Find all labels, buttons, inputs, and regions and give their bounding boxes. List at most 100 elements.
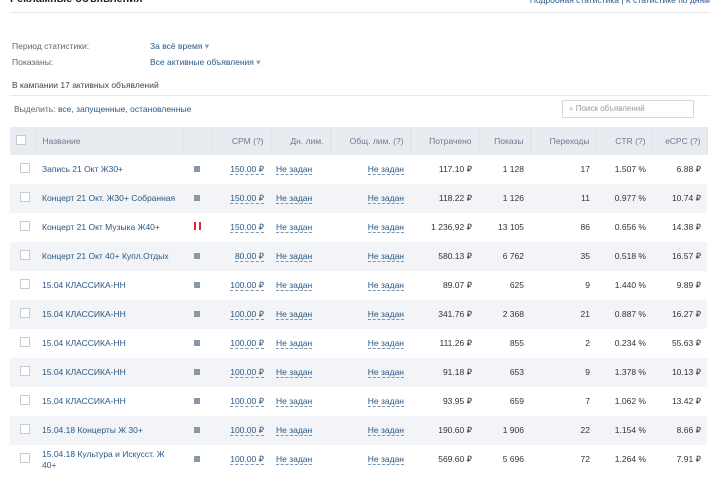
spent-value: 580.13 ₽ — [410, 242, 478, 271]
stop-icon[interactable] — [194, 253, 200, 259]
day-limit-value[interactable]: Не задан — [276, 251, 313, 262]
col-clicks[interactable]: Переходы — [530, 127, 597, 155]
day-limit-value[interactable]: Не задан — [276, 309, 313, 320]
table-row: 15.04 КЛАССИКА-НН 100.00 ₽ Не задан Не з… — [10, 387, 707, 416]
stop-icon[interactable] — [194, 195, 200, 201]
total-limit-value[interactable]: Не задан — [367, 338, 404, 349]
cpm-value[interactable]: 100.00 ₽ — [230, 280, 264, 291]
cpm-value[interactable]: 80.00 ₽ — [234, 251, 264, 262]
ad-name[interactable]: Концерт 21 Окт. Ж30+ Собранная — [36, 184, 182, 213]
total-limit-value[interactable]: Не задан — [367, 454, 404, 465]
row-checkbox[interactable] — [20, 221, 30, 231]
ad-name[interactable]: Концерт 21 Окт 40+ Купл.Отдых — [36, 242, 182, 271]
col-day-limit[interactable]: Дн. лим. — [270, 127, 331, 155]
stop-icon[interactable] — [194, 369, 200, 375]
stop-icon[interactable] — [194, 340, 200, 346]
row-checkbox[interactable] — [20, 279, 30, 289]
day-limit-value[interactable]: Не задан — [276, 338, 313, 349]
ad-name[interactable]: Запись 21 Окт Ж30+ — [36, 155, 182, 184]
stop-icon[interactable] — [194, 166, 200, 172]
total-limit-value[interactable]: Не задан — [367, 222, 404, 233]
shows-value: 1 126 — [478, 184, 530, 213]
day-limit-value[interactable]: Не задан — [276, 396, 313, 407]
cpm-value[interactable]: 150.00 ₽ — [230, 164, 264, 175]
stats-links[interactable]: Подробная статистика | К статистике по д… — [530, 0, 710, 12]
row-checkbox[interactable] — [20, 366, 30, 376]
ad-name[interactable]: 15.04 КЛАССИКА-НН — [36, 300, 182, 329]
clicks-value: 35 — [530, 242, 596, 271]
shows-value: 13 105 — [498, 222, 524, 232]
cpm-value[interactable]: 100.00 ₽ — [230, 309, 264, 320]
row-checkbox[interactable] — [20, 308, 30, 318]
day-limit-value[interactable]: Не задан — [276, 454, 313, 465]
col-spent[interactable]: Потрачено — [410, 127, 479, 155]
spent-value: 118.22 ₽ — [410, 184, 478, 213]
ctr-value: 1.264 % — [614, 454, 646, 464]
total-limit-value[interactable]: Не задан — [367, 367, 404, 378]
total-limit-value[interactable]: Не задан — [367, 309, 404, 320]
stop-icon[interactable] — [194, 282, 200, 288]
day-limit-value[interactable]: Не задан — [276, 164, 313, 175]
row-checkbox[interactable] — [20, 395, 30, 405]
col-name[interactable]: Название — [36, 127, 183, 155]
stop-icon[interactable] — [194, 456, 200, 462]
day-limit-value[interactable]: Не задан — [276, 280, 313, 291]
ad-name[interactable]: 15.04 КЛАССИКА-НН — [36, 329, 182, 358]
table-header: Название CPM (?) Дн. лим. Общ. лим. (?) … — [10, 127, 708, 155]
col-ecpc[interactable]: eCPC (?) — [652, 127, 708, 155]
row-checkbox[interactable] — [20, 163, 30, 173]
day-limit-value[interactable]: Не задан — [276, 222, 313, 233]
stop-icon[interactable] — [194, 311, 200, 317]
shows-value: 2 368 — [478, 300, 530, 329]
row-checkbox[interactable] — [20, 337, 30, 347]
cpm-value[interactable]: 100.00 ₽ — [230, 367, 264, 378]
total-limit-value[interactable]: Не задан — [367, 425, 404, 436]
table-row: 15.04.18 Концерты Ж 30+ 100.00 ₽ Не зада… — [10, 416, 707, 445]
ad-name[interactable]: 15.04 КЛАССИКА-НН — [36, 358, 182, 387]
row-checkbox[interactable] — [20, 453, 30, 463]
cpm-value[interactable]: 100.00 ₽ — [230, 454, 264, 465]
spent-value: 91.18 ₽ — [410, 358, 478, 387]
stop-icon[interactable] — [194, 427, 200, 433]
ecpc-value: 10.74 ₽ — [652, 184, 707, 213]
clicks-value: 22 — [530, 416, 596, 445]
cpm-value[interactable]: 100.00 ₽ — [230, 338, 264, 349]
select-options[interactable]: все, запущенные, остановленные — [58, 104, 191, 114]
table-row: Концерт 21 Окт Музыка Ж40+ 150.00 ₽ Не з… — [10, 213, 707, 242]
period-dropdown[interactable]: За всё время — [150, 41, 209, 52]
cpm-value[interactable]: 150.00 ₽ — [230, 193, 264, 204]
ad-name[interactable]: 15.04 КЛАССИКА-НН — [36, 271, 182, 300]
pause-icon[interactable] — [193, 222, 201, 230]
col-cpm[interactable]: CPM (?) — [212, 127, 271, 155]
row-checkbox[interactable] — [20, 250, 30, 260]
ad-name[interactable]: Концерт 21 Окт Музыка Ж40+ — [36, 213, 182, 242]
shown-dropdown[interactable]: Все активные объявления — [150, 57, 261, 68]
col-shows[interactable]: Показы — [478, 127, 531, 155]
total-limit-value[interactable]: Не задан — [367, 164, 404, 175]
ad-name[interactable]: 15.04 КЛАССИКА-НН — [36, 387, 182, 416]
ctr-value: 0.887 % — [596, 300, 652, 329]
total-limit-value[interactable]: Не задан — [367, 193, 404, 204]
search-input[interactable]: ⌕ Поиск объявлений — [562, 100, 694, 118]
ad-name[interactable]: 15.04.18 Культура и Искусст. Ж 40+ — [36, 445, 182, 474]
cpm-value[interactable]: 100.00 ₽ — [230, 396, 264, 407]
ctr-value: 1.440 % — [614, 280, 646, 290]
select-label: Выделить: — [14, 104, 56, 114]
day-limit-value[interactable]: Не задан — [276, 367, 313, 378]
col-total-limit[interactable]: Общ. лим. (?) — [330, 127, 411, 155]
total-limit-value[interactable]: Не задан — [367, 396, 404, 407]
stop-icon[interactable] — [194, 398, 200, 404]
total-limit-value[interactable]: Не задан — [367, 280, 404, 291]
row-checkbox[interactable] — [20, 424, 30, 434]
ctr-value: 1.507 % — [614, 164, 646, 174]
col-status — [182, 127, 213, 155]
day-limit-value[interactable]: Не задан — [276, 193, 313, 204]
col-ctr[interactable]: CTR (?) — [596, 127, 653, 155]
day-limit-value[interactable]: Не задан — [276, 425, 313, 436]
total-limit-value[interactable]: Не задан — [367, 251, 404, 262]
row-checkbox[interactable] — [20, 192, 30, 202]
cpm-value[interactable]: 100.00 ₽ — [230, 425, 264, 436]
cpm-value[interactable]: 150.00 ₽ — [230, 222, 264, 233]
ad-name[interactable]: 15.04.18 Концерты Ж 30+ — [36, 416, 182, 445]
select-all-checkbox[interactable] — [16, 135, 26, 145]
